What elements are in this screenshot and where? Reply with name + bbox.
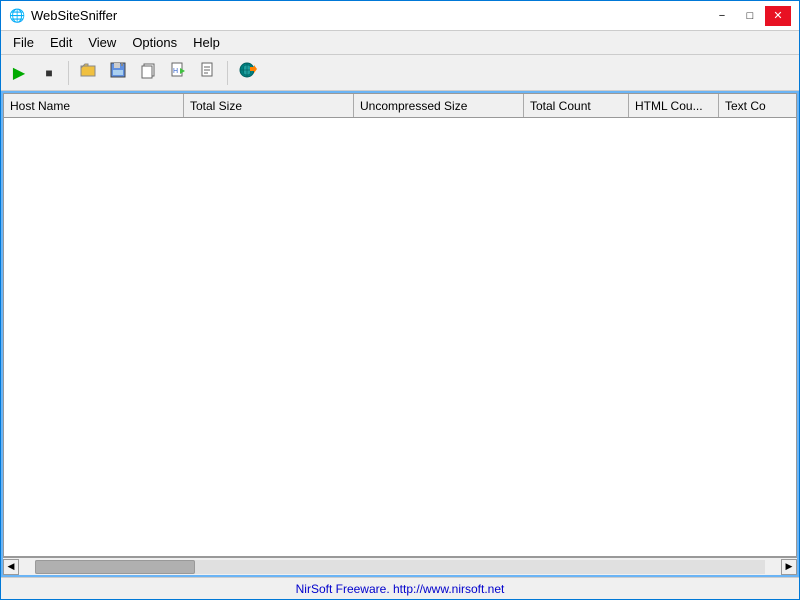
col-header-host-name[interactable]: Host Name	[4, 94, 184, 117]
export-text-icon	[199, 61, 217, 84]
main-area: Host Name Total Size Uncompressed Size T…	[1, 91, 799, 577]
properties-icon	[237, 60, 257, 85]
col-header-uncompressed-size[interactable]: Uncompressed Size	[354, 94, 524, 117]
app-icon: 🌐	[9, 8, 25, 24]
menu-file[interactable]: File	[5, 33, 42, 52]
play-button[interactable]: ▶	[5, 59, 33, 87]
minimize-button[interactable]: −	[709, 6, 735, 26]
status-bar: NirSoft Freeware. http://www.nirsoft.net	[1, 577, 799, 599]
scroll-thumb[interactable]	[35, 560, 195, 574]
export-html-icon: H	[169, 61, 187, 84]
stop-icon: ■	[45, 66, 52, 80]
save-button[interactable]	[104, 59, 132, 87]
restore-button[interactable]: □	[737, 6, 763, 26]
list-body	[4, 118, 796, 556]
svg-text:H: H	[173, 68, 178, 75]
title-bar-controls: − □ ✕	[709, 6, 791, 26]
open-button[interactable]	[74, 59, 102, 87]
menu-options[interactable]: Options	[124, 33, 185, 52]
menu-view[interactable]: View	[80, 33, 124, 52]
status-text: NirSoft Freeware. http://www.nirsoft.net	[296, 582, 505, 596]
toolbar: ▶ ■	[1, 55, 799, 91]
menu-bar: File Edit View Options Help	[1, 31, 799, 55]
title-bar-text: WebSiteSniffer	[31, 8, 117, 23]
list-view: Host Name Total Size Uncompressed Size T…	[3, 93, 797, 557]
col-header-text-count[interactable]: Text Co	[719, 94, 797, 117]
open-icon	[79, 61, 97, 84]
play-icon: ▶	[13, 63, 25, 83]
toolbar-separator-2	[227, 61, 228, 85]
main-window: 🌐 WebSiteSniffer − □ ✕ File Edit View Op…	[0, 0, 800, 600]
col-header-html-count[interactable]: HTML Cou...	[629, 94, 719, 117]
scroll-right-button[interactable]: ▶	[781, 559, 797, 575]
copy-icon	[139, 61, 157, 84]
save-icon	[109, 61, 127, 84]
menu-help[interactable]: Help	[185, 33, 228, 52]
properties-button[interactable]	[233, 59, 261, 87]
title-bar-left: 🌐 WebSiteSniffer	[9, 8, 117, 24]
col-header-total-count[interactable]: Total Count	[524, 94, 629, 117]
export-text-button[interactable]	[194, 59, 222, 87]
title-bar: 🌐 WebSiteSniffer − □ ✕	[1, 1, 799, 31]
close-button[interactable]: ✕	[765, 6, 791, 26]
export-html-button[interactable]: H	[164, 59, 192, 87]
copy-button[interactable]	[134, 59, 162, 87]
col-header-total-size[interactable]: Total Size	[184, 94, 354, 117]
horizontal-scrollbar[interactable]: ◀ ▶	[3, 557, 797, 575]
toolbar-separator-1	[68, 61, 69, 85]
menu-edit[interactable]: Edit	[42, 33, 80, 52]
stop-button[interactable]: ■	[35, 59, 63, 87]
scroll-track[interactable]	[35, 560, 765, 574]
column-headers: Host Name Total Size Uncompressed Size T…	[4, 94, 796, 118]
scroll-left-button[interactable]: ◀	[3, 559, 19, 575]
